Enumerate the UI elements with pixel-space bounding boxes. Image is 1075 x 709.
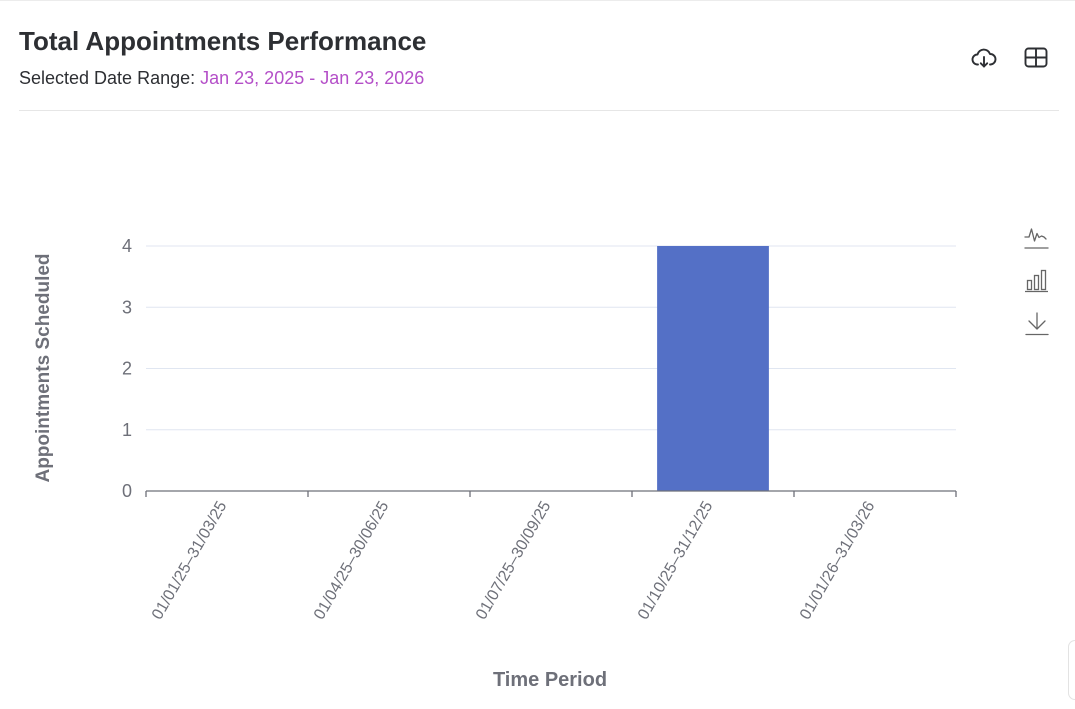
x-tick-label: 01/04/25–30/06/25	[311, 498, 393, 622]
chart-card: Total Appointments Performance Selected …	[0, 0, 1075, 709]
bar-chart-icon[interactable]	[1024, 267, 1050, 293]
y-tick-label: 1	[122, 420, 132, 440]
grid-lines	[146, 245, 956, 431]
bars	[657, 246, 769, 491]
y-axis-label: Appointments Scheduled	[33, 253, 54, 482]
bar-chart: 0 1 2 3 4 01/01/25–31/03/25 01/04/25–30/06/25…	[33, 236, 957, 691]
x-axis-label: Time Period	[493, 669, 607, 691]
x-tick-label: 01/10/25–31/12/25	[635, 498, 717, 622]
line-chart-icon[interactable]	[1024, 224, 1050, 250]
x-tick-label: 01/07/25–30/09/25	[473, 498, 555, 622]
y-tick-label: 2	[122, 359, 132, 379]
bar[interactable]	[657, 246, 769, 491]
x-tick-label: 01/01/26–31/03/26	[797, 498, 879, 622]
x-tick-labels: 01/01/25–31/03/25 01/04/25–30/06/25 01/07/…	[149, 498, 879, 622]
y-tick-labels: 0 1 2 3 4	[122, 236, 132, 501]
y-tick-label: 0	[122, 481, 132, 501]
floating-panel-edge	[1068, 640, 1075, 700]
x-tick-label: 01/01/25–31/03/25	[149, 498, 231, 622]
y-tick-label: 4	[122, 236, 132, 256]
y-tick-label: 3	[122, 297, 132, 317]
x-axis	[145, 490, 957, 497]
save-image-icon[interactable]	[1024, 311, 1050, 337]
